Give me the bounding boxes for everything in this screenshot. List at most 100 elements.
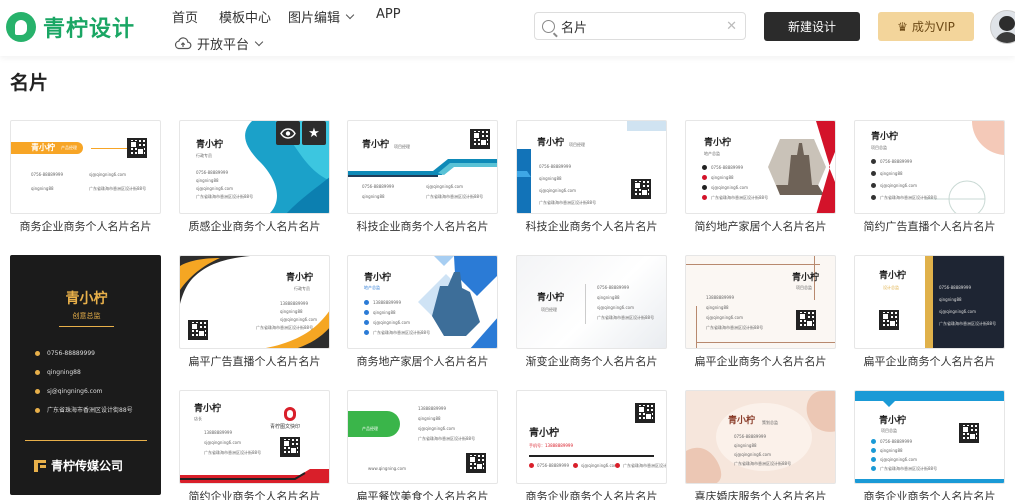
card-role: 项目总监 [871,145,887,150]
card-phone: 0756-88889999 [880,439,912,444]
card-wechat: qingning88 [597,295,620,300]
card-name: 青小柠 [362,140,390,150]
dark-panel [925,256,1004,348]
template-thumbnail[interactable]: 产品经理 13888889999 qingning88 sj@qingning6… [347,390,498,484]
template-title: 喜庆婚庆服务个人名片名片 [694,490,827,500]
card-phone: 0756-88889999 [196,170,228,175]
card-name: 青小柠 [286,273,314,283]
nav-image-edit[interactable]: 图片编辑 [288,7,355,26]
card-phone: 13888889999 [418,406,446,411]
tech-stripe [348,159,497,177]
template-card[interactable]: 青小柠 项目经理 0756-88889999 qingning88 sj@qin… [516,120,667,238]
card-wechat: qingning88 [280,309,303,314]
card-address: 广东省珠海市香洲区设计街88号 [711,195,769,200]
template-card[interactable]: 青小柠 行政专员 13888889999 qingning88 sj@qingn… [179,255,330,373]
template-card[interactable]: 青小柠 产品经理 0756-88889999 sj@qingning6.com … [10,120,161,238]
template-thumbnail[interactable]: 青小柠 店长 13888889999 sj@qingning6.com 广东省珠… [179,390,330,484]
card-email: sj@qingning6.com [939,309,976,314]
card-name: 青小柠 [879,271,907,281]
template-title: 扁平广告直播个人名片名片 [188,355,321,368]
template-card[interactable]: 青小柠 项目经理 0756-88889999 qingning88 sj@qin… [516,255,667,373]
template-thumbnail[interactable]: 青小柠 项目总监 0756-88889999 qingning88 sj@qin… [854,120,1005,214]
card-name: 青小柠 [529,428,559,439]
card-phone: 0756-88889999 [47,350,95,357]
nav-open-platform[interactable]: 开放平台 [174,34,264,53]
card-phone: 0756-88889999 [597,285,629,290]
template-thumbnail[interactable]: 青小柠 项目经理 0756-88889999 sj@qingning6.com … [347,120,498,214]
card-role: 地产总监 [704,151,720,156]
nav-app[interactable]: APP [376,7,401,22]
logo[interactable]: 青柠设计 [6,10,135,44]
card-name: 青小柠 [65,291,108,307]
template-card[interactable]: 青小柠 项目总监 13888889999 qingning88 sj@qingn… [685,255,836,373]
template-thumbnail[interactable]: 青小柠 创意总监 0756-88889999 qingning88 sj@qin… [10,255,161,495]
nav-template-center[interactable]: 模板中心 [219,7,271,26]
card-role: 设计总监 [883,285,899,290]
template-thumbnail[interactable]: 青小柠 项目总监 0756-88889999 qingning88 sj@qin… [854,390,1005,484]
template-thumbnail[interactable]: 青小柠 地产总监 0756-88889999 qingning88 sj@qin… [685,120,836,214]
qr-code-icon [188,320,208,340]
template-card[interactable]: 青小柠 地产总监 0756-88889999 qingning88 sj@qin… [685,120,836,238]
nav-home[interactable]: 首页 [172,7,198,26]
preview-eye-icon[interactable] [276,121,300,145]
cloud-upload-icon [174,37,192,50]
hover-toolbar: ★ [276,121,328,149]
building-diamond-image [418,256,497,348]
template-thumbnail[interactable]: 青小柠 项目经理 0756-88889999 qingning88 sj@qin… [516,120,667,214]
chevron-down-icon [254,37,264,46]
card-email: sj@qingning6.com [418,426,455,431]
template-thumbnail[interactable]: 青小柠 产品经理 0756-88889999 sj@qingning6.com … [10,120,161,214]
card-email: sj@qingning6.com [539,188,576,193]
template-thumbnail[interactable]: 青小柠 手机号：13888889999 0756-88889999 sj@qin… [516,390,667,484]
favorite-star-icon[interactable]: ★ [302,121,326,145]
template-card[interactable]: 青小柠 地产总监 13888889999 qingning88 sj@qingn… [347,255,498,373]
nav-image-edit-label: 图片编辑 [288,11,341,26]
page-title: 名片 [10,72,49,94]
template-thumbnail[interactable]: 青小柠 行政专员 0756-88889999 qingning88 sj@qin… [179,120,330,214]
card-wechat: qingning88 [734,443,757,448]
clear-icon[interactable]: ✕ [726,19,737,34]
card-wechat: qingning88 [939,297,962,302]
template-card[interactable]: 青小柠 店长 13888889999 sj@qingning6.com 广东省珠… [179,390,330,500]
card-role: 项目经理 [541,307,557,312]
card-name: 青小柠 [537,138,565,148]
template-card[interactable]: 青小柠 策划总监 0756-88889999 qingning88 sj@qin… [685,390,836,500]
search-box[interactable]: ✕ [534,12,746,40]
card-address: 广东省珠海市香洲区设计街88号 [204,450,262,455]
card-email: sj@qingning6.com [880,183,917,188]
card-wechat: qingning88 [711,175,734,180]
template-thumbnail[interactable]: 青小柠 行政专员 13888889999 qingning88 sj@qingn… [179,255,330,349]
company-logo-icon [34,460,46,472]
template-card[interactable]: 青小柠 手机号：13888889999 0756-88889999 sj@qin… [516,390,667,500]
card-role: 产品经理 [362,426,378,431]
template-card[interactable]: 青小柠 项目总监 0756-88889999 qingning88 sj@qin… [854,390,1005,500]
template-card[interactable]: 青小柠 行政专员 0756-88889999 qingning88 sj@qin… [179,120,330,238]
template-card[interactable]: 产品经理 13888889999 qingning88 sj@qingning6… [347,390,498,500]
template-title: 简约地产家居个人名片名片 [694,220,827,233]
new-design-button[interactable]: 新建设计 [764,12,860,41]
card-email: sj@qingning6.com [711,185,748,190]
template-thumbnail[interactable]: 青小柠 地产总监 13888889999 qingning88 sj@qingn… [347,255,498,349]
card-email: sj@qingning6.com [47,388,103,395]
qr-code-icon [127,138,147,158]
card-wechat: qingning88 [196,178,219,183]
red-stripe [180,469,329,483]
template-thumbnail[interactable]: 青小柠 项目经理 0756-88889999 qingning88 sj@qin… [516,255,667,349]
template-card[interactable]: 青小柠 项目总监 0756-88889999 qingning88 sj@qin… [854,120,1005,238]
vip-label: 成为VIP [911,20,955,34]
template-thumbnail[interactable]: 青小柠 设计总监 0756-88889999 qingning88 sj@qin… [854,255,1005,349]
template-thumbnail[interactable]: 青小柠 策划总监 0756-88889999 qingning88 sj@qin… [685,390,836,484]
template-card[interactable]: 青小柠 项目经理 0756-88889999 sj@qingning6.com … [347,120,498,238]
nav-open-platform-label: 开放平台 [197,38,250,53]
card-role: 项目总监 [796,285,812,290]
card-wechat: qingning88 [880,171,903,176]
card-email: sj@qingning6.com [880,457,917,462]
template-card[interactable]: 青小柠 设计总监 0756-88889999 qingning88 sj@qin… [854,255,1005,373]
card-name: 青小柠 [792,273,820,283]
search-input[interactable] [561,18,721,34]
user-avatar[interactable] [990,10,1015,44]
become-vip-button[interactable]: ♛ 成为VIP [878,12,974,41]
template-title: 质感企业商务个人名片名片 [188,220,321,233]
template-thumbnail[interactable]: 青小柠 项目总监 13888889999 qingning88 sj@qingn… [685,255,836,349]
template-card[interactable]: 青小柠 创意总监 0756-88889999 qingning88 sj@qin… [10,255,161,495]
